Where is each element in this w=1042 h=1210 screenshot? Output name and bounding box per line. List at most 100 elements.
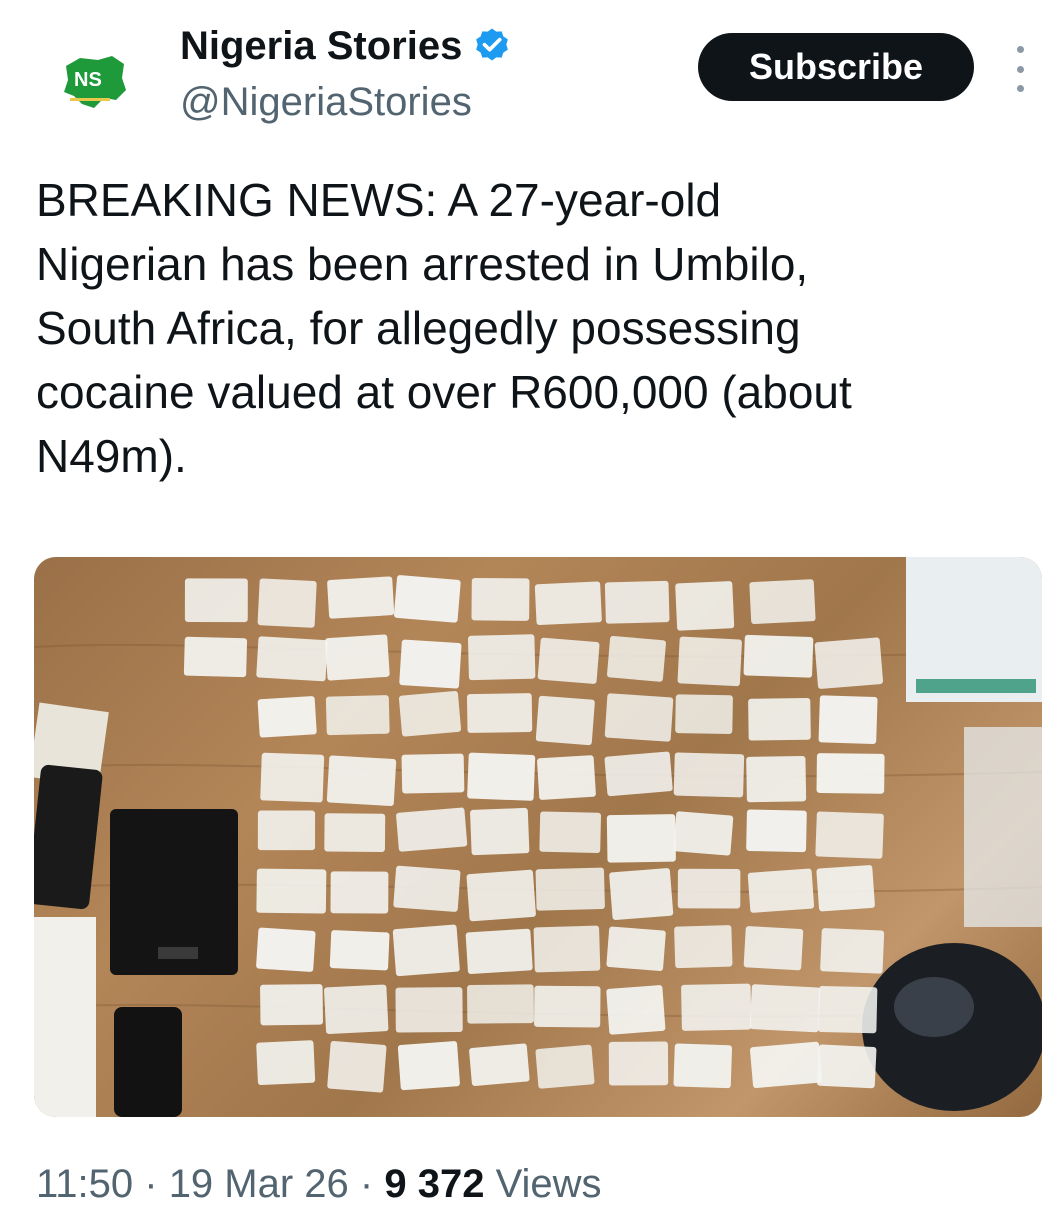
views-label: Views: [484, 1162, 602, 1206]
drug-packet: [675, 694, 733, 734]
drug-packet: [749, 984, 821, 1033]
drug-packet: [606, 814, 676, 863]
drug-packet: [537, 637, 600, 684]
drug-packet: [606, 985, 666, 1035]
drug-packet: [749, 1041, 823, 1089]
drug-packet: [467, 752, 536, 801]
drug-packet: [673, 752, 745, 798]
tweet-time[interactable]: 11:50: [36, 1162, 133, 1206]
drug-packet: [817, 1044, 877, 1089]
drug-packet: [814, 637, 884, 689]
more-vertical-icon[interactable]: [1008, 46, 1032, 92]
drug-packet: [470, 807, 530, 856]
drug-packet: [329, 930, 390, 971]
drug-packet: [256, 927, 316, 972]
tweet-meta: 11:50 · 19 Mar 26 · 9 372 Views: [36, 1158, 602, 1210]
drug-packet: [746, 755, 807, 803]
drug-packet: [260, 752, 325, 803]
photo-drug-packets-on-table: [34, 557, 1042, 1117]
drug-packet: [257, 696, 317, 738]
drug-packet: [534, 985, 601, 1028]
drug-packet: [466, 869, 536, 922]
drug-packet: [398, 691, 462, 737]
drug-packet: [330, 871, 389, 914]
drug-packet: [818, 986, 878, 1034]
drug-packet: [815, 811, 884, 859]
drug-packet: [401, 753, 465, 794]
drug-packet: [673, 811, 734, 856]
drug-packet: [539, 811, 602, 854]
drug-packet: [677, 636, 742, 687]
drug-packet: [608, 1041, 669, 1086]
drug-packet: [257, 810, 316, 851]
author-name[interactable]: Nigeria Stories: [180, 22, 512, 70]
drug-packet: [396, 807, 468, 852]
drug-packet: [604, 580, 670, 624]
drug-packet: [816, 753, 885, 794]
svg-text:NS: NS: [74, 69, 102, 91]
drug-packet: [674, 925, 733, 969]
drug-packet: [467, 984, 534, 1024]
drug-packet: [183, 636, 248, 678]
drug-packet: [746, 809, 807, 853]
drug-packet: [673, 1043, 733, 1089]
drug-packet: [604, 751, 673, 797]
drug-packet: [743, 926, 804, 971]
drug-packet: [609, 868, 674, 921]
verified-badge-icon: [476, 28, 509, 61]
author-name-text: Nigeria Stories: [180, 24, 463, 68]
meta-separator: ·: [348, 1162, 385, 1206]
drug-packet: [392, 924, 460, 977]
drug-packet: [748, 697, 811, 741]
drug-packet: [607, 635, 666, 682]
drug-packet: [749, 579, 816, 625]
drug-packet: [327, 576, 395, 619]
nigeria-map-logo-icon: NS: [64, 56, 126, 108]
drug-packet: [681, 983, 752, 1031]
drug-packet: [256, 1040, 316, 1086]
drug-packet: [465, 928, 533, 975]
drug-packet: [534, 581, 602, 626]
tweet-media-photo[interactable]: [34, 557, 1042, 1117]
drug-packet: [256, 868, 327, 914]
drug-packet: [469, 1043, 530, 1086]
drug-packet: [816, 865, 875, 912]
drug-packet: [256, 636, 328, 682]
drug-packet: [325, 695, 390, 736]
views-count: 9 372: [384, 1162, 485, 1206]
drug-packet: [393, 575, 461, 623]
drug-packet: [466, 693, 533, 733]
drug-packet: [395, 987, 463, 1033]
author-avatar[interactable]: NS: [40, 28, 150, 138]
drug-packet: [818, 695, 878, 744]
drug-packet: [604, 693, 674, 742]
drug-packet: [675, 581, 735, 631]
drug-packet: [467, 634, 536, 681]
subscribe-button[interactable]: Subscribe: [698, 33, 974, 101]
drug-packet: [184, 578, 248, 623]
author-handle[interactable]: @NigeriaStories: [180, 78, 472, 126]
drug-packet: [325, 634, 390, 681]
drug-packet: [535, 695, 595, 746]
more-dot: [1016, 85, 1024, 92]
drug-packet: [260, 984, 323, 1026]
more-dot: [1016, 46, 1024, 53]
drug-packet: [533, 925, 601, 973]
drug-packet: [747, 868, 815, 913]
drug-packet: [397, 1041, 460, 1091]
drug-packet: [820, 928, 885, 974]
drug-packet: [677, 868, 741, 909]
drug-packet: [324, 984, 389, 1034]
drug-packet: [393, 865, 461, 912]
drug-packet: [535, 1044, 595, 1089]
meta-separator: ·: [133, 1162, 169, 1206]
tweet-text: BREAKING NEWS: A 27-year-old Nigerian ha…: [36, 174, 852, 482]
drug-packet: [326, 755, 397, 807]
tweet-date[interactable]: 19 Mar 26: [169, 1162, 349, 1206]
drug-packet: [257, 578, 317, 628]
drug-packet: [327, 1040, 387, 1093]
drug-packet: [324, 813, 386, 852]
drug-packet: [535, 867, 605, 911]
drug-packet: [606, 926, 666, 971]
drug-packet: [743, 634, 814, 678]
